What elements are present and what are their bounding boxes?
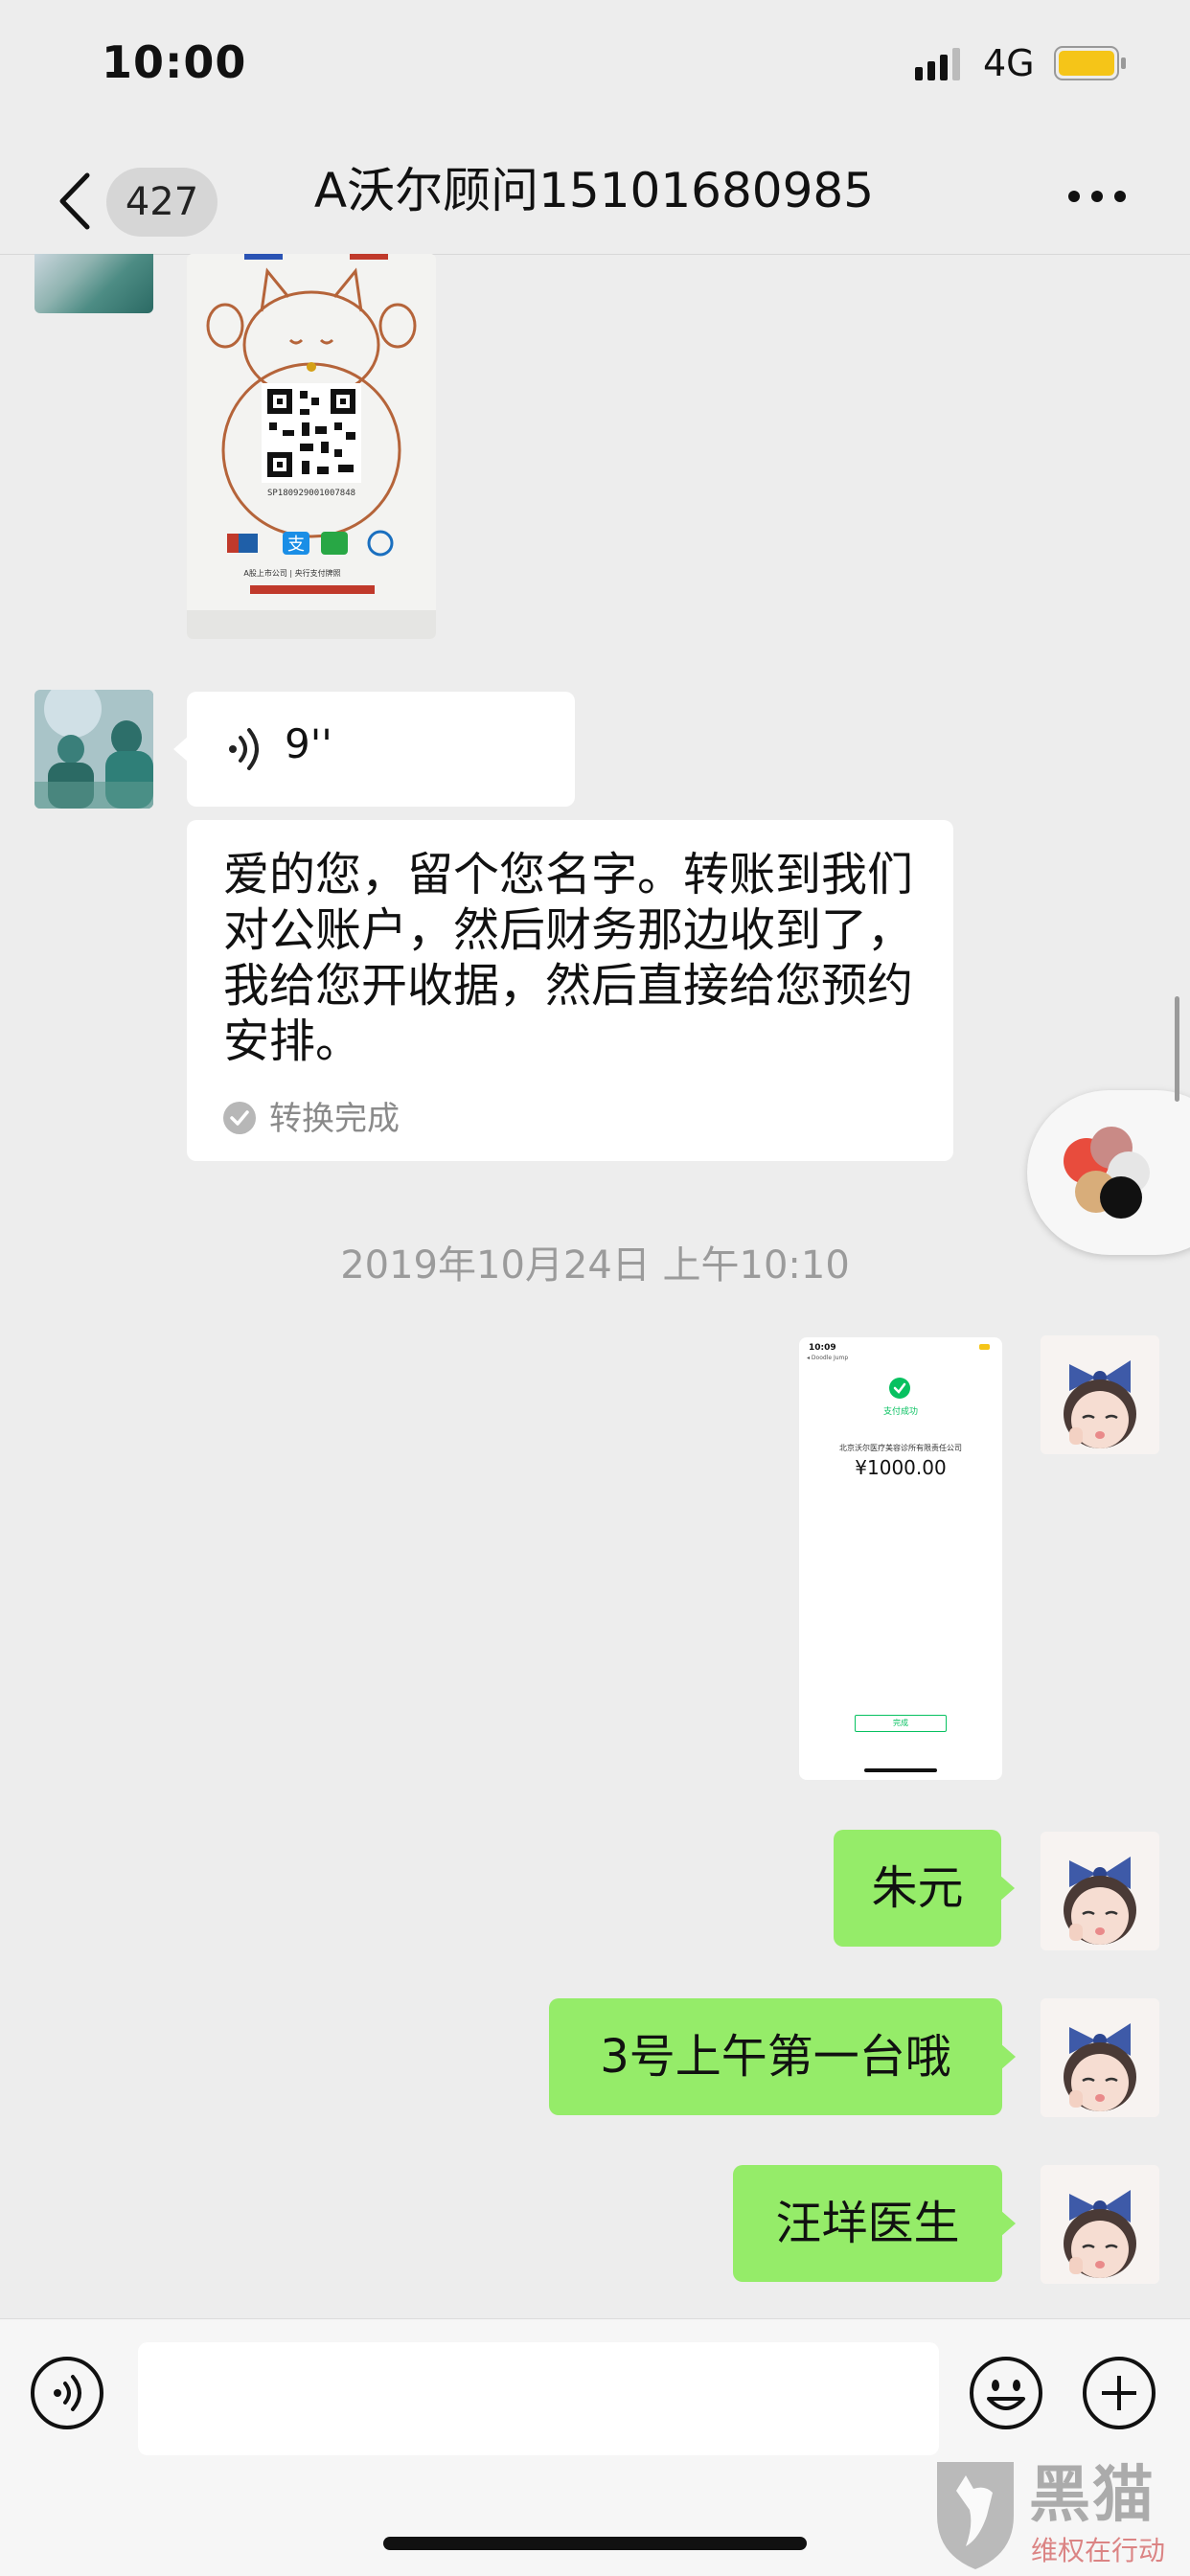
network-label: 4G — [983, 42, 1035, 84]
surgeon-photo — [34, 690, 153, 809]
back-button[interactable]: 427 — [53, 158, 220, 244]
watermark: 黑猫 维权在行动 — [927, 2454, 1190, 2575]
svg-text:支: 支 — [287, 535, 305, 555]
battery-icon — [1054, 46, 1126, 80]
back-chevron-icon — [59, 172, 90, 230]
voice-transcript-bubble[interactable]: 爱的您，留个您名字。转账到我们对公账户，然后财务那边收到了，我给您开收据，然后直… — [187, 820, 953, 1161]
message-timestamp: 2019年10月24日 上午10:10 — [340, 1243, 850, 1288]
watermark-slogan: 维权在行动 — [1031, 2535, 1166, 2566]
qr-brand-line: A股上市公司 | 央行支付牌照 — [243, 568, 340, 578]
payment-screenshot-image[interactable]: 10:09 ◂ Doodle Jump 支付成功 北京沃尔医疗美容诊所有限责任公… — [799, 1337, 1002, 1780]
signal-icon — [915, 48, 960, 80]
ps-status: 支付成功 — [882, 1407, 918, 1417]
unread-badge: 427 — [106, 168, 217, 237]
watermark-brand: 黑猫 — [1029, 2460, 1156, 2531]
sent-message-bubble[interactable]: 朱元 — [834, 1830, 1015, 1947]
contact-avatar[interactable] — [34, 254, 153, 313]
my-avatar[interactable] — [1041, 1998, 1159, 2117]
contact-avatar[interactable] — [34, 690, 153, 809]
voice-message-bubble[interactable]: 9'' — [173, 692, 575, 807]
check-icon — [223, 1102, 256, 1134]
voice-toggle-icon[interactable] — [29, 2355, 105, 2431]
voice-duration: 9'' — [285, 720, 332, 767]
floating-window-button[interactable] — [1027, 1090, 1190, 1255]
voice-icon — [229, 728, 259, 770]
sent-message-text: 3号上午第一台哦 — [600, 2030, 951, 2084]
transcript-text: 爱的您，留个您名字。转账到我们对公账户，然后财务那边收到了，我给您开收据，然后直… — [223, 848, 914, 1068]
sent-message-text: 汪垟医生 — [775, 2197, 960, 2250]
sent-message-bubble[interactable]: 3号上午第一台哦 — [549, 1998, 1016, 2115]
ps-status-icons — [962, 1344, 991, 1351]
chat-title: A沃尔顾问15101680985 — [313, 163, 875, 218]
lucky-cat-illustration: SP180929001007848 支 A股上市公司 | 央行支付牌照 — [187, 254, 436, 639]
ps-time: 10:09 — [809, 1343, 836, 1353]
emoji-icon[interactable] — [968, 2355, 1044, 2431]
transcript-status-label: 转换完成 — [269, 1100, 400, 1138]
ps-app: ◂ Doodle Jump — [807, 1355, 849, 1361]
my-avatar[interactable] — [1041, 1335, 1159, 1454]
ps-done-button: 完成 — [855, 1715, 947, 1732]
qr-poster-image[interactable]: SP180929001007848 支 A股上市公司 | 央行支付牌照 — [187, 254, 436, 639]
my-avatar[interactable] — [1041, 2165, 1159, 2284]
more-icon[interactable] — [1064, 172, 1131, 220]
ps-success-icon — [889, 1378, 910, 1399]
plus-icon[interactable] — [1081, 2355, 1157, 2431]
girl-photo — [1041, 1335, 1159, 1454]
message-input[interactable] — [138, 2342, 939, 2455]
status-time: 10:00 — [102, 36, 247, 88]
ps-company: 北京沃尔医疗美容诊所有限责任公司 — [839, 1444, 962, 1452]
ps-home-indicator — [864, 1768, 937, 1772]
qr-code-number: SP180929001007848 — [267, 489, 355, 498]
sent-message-bubble[interactable]: 汪垟医生 — [733, 2165, 1016, 2282]
watermark-cat-logo — [937, 2462, 1014, 2569]
floating-window-icon — [1064, 1127, 1150, 1219]
sent-message-text: 朱元 — [871, 1861, 964, 1915]
scroll-indicator — [1175, 996, 1179, 1102]
my-avatar[interactable] — [1041, 1832, 1159, 1950]
ps-amount: ¥1000.00 — [855, 1456, 947, 1479]
home-indicator — [383, 2537, 807, 2550]
